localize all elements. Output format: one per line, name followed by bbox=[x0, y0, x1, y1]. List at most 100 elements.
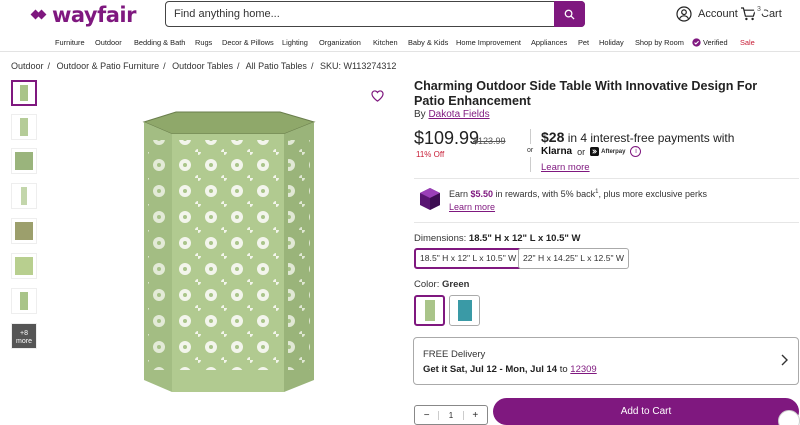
info-icon[interactable]: i bbox=[630, 146, 642, 157]
nav-verified[interactable]: Verified bbox=[692, 38, 728, 47]
breadcrumb-separator: / bbox=[163, 61, 166, 71]
product-thumbnail[interactable] bbox=[11, 288, 37, 314]
breadcrumb-outdoor-tables[interactable]: Outdoor Tables bbox=[172, 61, 233, 71]
add-to-cart-button[interactable]: Add to Cart bbox=[493, 398, 799, 425]
quantity-stepper: − 1 + bbox=[414, 405, 488, 425]
chevron-right-icon bbox=[781, 354, 788, 366]
chat-bubble-icon[interactable] bbox=[778, 410, 800, 425]
thumbnail-image bbox=[15, 222, 33, 240]
product-thumbnail[interactable] bbox=[11, 114, 37, 140]
product-thumbnail[interactable] bbox=[11, 253, 37, 279]
color-swatch-teal[interactable] bbox=[449, 295, 480, 326]
cart-label: Cart bbox=[761, 8, 782, 20]
dimensions-value: 18.5" H x 12" L x 10.5" W bbox=[468, 233, 581, 244]
delivery-dates: Sat, Jul 12 - Mon, Jul 14 bbox=[449, 364, 558, 375]
reward-prefix: Earn bbox=[449, 189, 471, 199]
nav-outdoor[interactable]: Outdoor bbox=[95, 38, 122, 47]
delivery-box[interactable]: FREE Delivery Get it Sat, Jul 12 - Mon, … bbox=[413, 337, 799, 385]
installment-offer: $28 in 4 interest-free payments with bbox=[541, 129, 734, 145]
delivery-title: FREE Delivery bbox=[423, 349, 486, 360]
payment-providers: Klarna or Afterpay i bbox=[541, 146, 642, 157]
category-nav: Furniture Outdoor Bedding & Bath Rugs De… bbox=[0, 33, 800, 52]
account-label: Account bbox=[698, 8, 738, 20]
section-divider bbox=[414, 222, 799, 223]
thumbnail-image bbox=[20, 292, 28, 310]
breadcrumb-separator: / bbox=[310, 61, 314, 71]
breadcrumb-all-patio-tables[interactable]: All Patio Tables bbox=[246, 61, 307, 71]
nav-organization[interactable]: Organization bbox=[319, 38, 361, 47]
top-header: wayfair Account 3 Cart bbox=[0, 0, 800, 33]
logo-text: wayfair bbox=[52, 3, 136, 27]
thumbnail-image bbox=[15, 257, 33, 275]
nav-shop-by-room[interactable]: Shop by Room bbox=[635, 38, 684, 47]
dimension-option[interactable]: 22" H x 14.25" L x 12.5" W bbox=[518, 248, 630, 269]
thumbnail-image bbox=[15, 152, 33, 170]
afterpay-icon bbox=[590, 147, 600, 156]
delivery-to: to bbox=[557, 364, 571, 375]
price-divider bbox=[530, 157, 531, 172]
nav-appliances[interactable]: Appliances bbox=[531, 38, 567, 47]
swatch-image bbox=[458, 300, 472, 321]
decrement-button[interactable]: − bbox=[415, 410, 438, 421]
favorite-heart-icon[interactable] bbox=[371, 90, 384, 102]
search-icon bbox=[564, 9, 575, 20]
nav-decor-pillows[interactable]: Decor & Pillows bbox=[222, 38, 274, 47]
or-label: or bbox=[577, 146, 586, 157]
nav-lighting[interactable]: Lighting bbox=[282, 38, 308, 47]
color-label: Color: Green bbox=[414, 279, 469, 290]
account-link[interactable]: Account bbox=[676, 6, 738, 22]
increment-button[interactable]: + bbox=[464, 410, 487, 421]
thumbnail-image bbox=[20, 85, 28, 101]
rewards-learn-more-link[interactable]: Learn more bbox=[449, 202, 495, 212]
color-prefix: Color: bbox=[414, 279, 442, 290]
search-input[interactable] bbox=[166, 2, 554, 26]
product-thumbnail[interactable] bbox=[11, 148, 37, 174]
nav-pet[interactable]: Pet bbox=[578, 38, 589, 47]
delivery-estimate: Get it Sat, Jul 12 - Mon, Jul 14 to 1230… bbox=[423, 364, 597, 375]
nav-rugs[interactable]: Rugs bbox=[195, 38, 212, 47]
rewards-cube-icon bbox=[420, 188, 440, 210]
nav-holiday[interactable]: Holiday bbox=[599, 38, 624, 47]
delivery-prefix: Get it bbox=[423, 364, 450, 375]
search-button[interactable] bbox=[554, 1, 585, 27]
dimensions-label: Dimensions: 18.5" H x 12" L x 10.5" W bbox=[414, 233, 580, 244]
delivery-zip-link[interactable]: 12309 bbox=[570, 364, 596, 375]
nav-baby-kids[interactable]: Baby & Kids bbox=[408, 38, 448, 47]
quantity-value[interactable]: 1 bbox=[438, 410, 464, 420]
breadcrumb-separator: / bbox=[237, 61, 240, 71]
main-product-image[interactable] bbox=[120, 100, 340, 395]
product-thumbnail[interactable] bbox=[11, 80, 37, 106]
wayfair-logo[interactable]: wayfair bbox=[30, 3, 136, 27]
installment-learn-more-link[interactable]: Learn more bbox=[541, 162, 590, 173]
klarna-logo: Klarna bbox=[541, 146, 573, 157]
product-byline: By Dakota Fields bbox=[414, 109, 490, 120]
color-swatch-green[interactable] bbox=[414, 295, 445, 326]
verified-badge-icon bbox=[692, 38, 701, 47]
nav-kitchen[interactable]: Kitchen bbox=[373, 38, 398, 47]
nav-sale[interactable]: Sale bbox=[740, 38, 755, 47]
rewards-offer: Earn $5.50 in rewards, with 5% back1, pl… bbox=[449, 189, 707, 199]
reward-tail: , plus more exclusive perks bbox=[598, 189, 707, 199]
breadcrumb-sku: SKU: W113274312 bbox=[319, 61, 397, 71]
search-box bbox=[165, 1, 585, 27]
or-label: or bbox=[527, 147, 534, 154]
product-thumbnail[interactable] bbox=[11, 218, 37, 244]
dimension-option-selected[interactable]: 18.5" H x 12" L x 10.5" W bbox=[414, 248, 523, 269]
nav-furniture[interactable]: Furniture bbox=[55, 38, 85, 47]
afterpay-logo: Afterpay bbox=[590, 147, 625, 156]
breadcrumb-outdoor[interactable]: Outdoor bbox=[11, 61, 44, 71]
reward-amount: $5.50 bbox=[470, 189, 494, 199]
nav-verified-label: Verified bbox=[703, 38, 728, 47]
nav-bedding-bath[interactable]: Bedding & Bath bbox=[134, 38, 185, 47]
more-thumbnails-button[interactable]: +8 more bbox=[11, 323, 37, 349]
brand-link[interactable]: Dakota Fields bbox=[428, 109, 489, 120]
breadcrumb: Outdoor / Outdoor & Patio Furniture / Outd… bbox=[11, 61, 396, 71]
product-title: Charming Outdoor Side Table With Innovat… bbox=[414, 79, 758, 108]
product-thumbnail[interactable] bbox=[11, 183, 37, 209]
cart-link[interactable]: 3 Cart bbox=[740, 5, 782, 22]
by-label: By bbox=[414, 109, 426, 120]
color-value: Green bbox=[441, 279, 470, 290]
nav-home-improvement[interactable]: Home Improvement bbox=[456, 38, 521, 47]
breadcrumb-outdoor-patio-furniture[interactable]: Outdoor & Patio Furniture bbox=[57, 61, 160, 71]
logo-mark-icon bbox=[30, 7, 48, 23]
